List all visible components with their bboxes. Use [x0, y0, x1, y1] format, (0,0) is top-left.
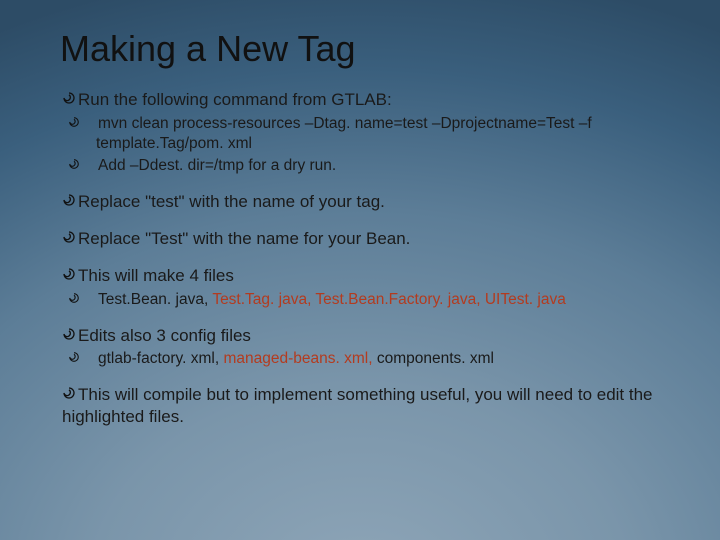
bullet-icon — [62, 190, 76, 213]
sub-list: gtlab-factory. xml, managed-beans. xml, … — [62, 348, 660, 369]
list-item: This will make 4 files Test.Bean. java, … — [62, 264, 660, 310]
bullet-text: components. xml — [373, 350, 494, 367]
bullet-icon — [62, 264, 76, 287]
bullet-icon — [82, 348, 96, 369]
bullet-list: Run the following command from GTLAB: mv… — [60, 88, 660, 428]
bullet-icon — [62, 88, 76, 111]
bullet-text: Add –Ddest. dir=/tmp for a dry run. — [98, 157, 336, 174]
list-item: Replace "Test" with the name for your Be… — [62, 227, 660, 250]
slide: Making a New Tag Run the following comma… — [0, 0, 720, 540]
list-item: Edits also 3 config files gtlab-factory.… — [62, 324, 660, 370]
highlighted-text: managed-beans. xml, — [223, 350, 372, 367]
highlighted-text: Test.Tag. java, Test.Bean.Factory. java,… — [212, 291, 566, 308]
list-item: Test.Bean. java, Test.Tag. java, Test.Be… — [82, 289, 660, 310]
bullet-text: mvn clean process-resources –Dtag. name=… — [96, 115, 592, 152]
bullet-text: Test.Bean. java, — [98, 291, 212, 308]
bullet-text: This will compile but to implement somet… — [62, 385, 653, 426]
list-item: Replace "test" with the name of your tag… — [62, 190, 660, 213]
sub-list: mvn clean process-resources –Dtag. name=… — [62, 113, 660, 176]
bullet-text: gtlab-factory. xml, — [98, 350, 223, 367]
bullet-text: Replace "test" with the name of your tag… — [78, 192, 385, 211]
list-item: gtlab-factory. xml, managed-beans. xml, … — [82, 348, 660, 369]
bullet-text: This will make 4 files — [78, 266, 234, 285]
bullet-text: Edits also 3 config files — [78, 326, 251, 345]
bullet-text: Run the following command from GTLAB: — [78, 90, 392, 109]
bullet-icon — [82, 155, 96, 176]
bullet-icon — [82, 113, 96, 134]
bullet-text: Replace "Test" with the name for your Be… — [78, 229, 410, 248]
list-item: This will compile but to implement somet… — [62, 383, 660, 428]
bullet-icon — [62, 324, 76, 347]
bullet-icon — [62, 383, 76, 406]
list-item: Add –Ddest. dir=/tmp for a dry run. — [82, 155, 660, 176]
list-item: mvn clean process-resources –Dtag. name=… — [82, 113, 660, 154]
bullet-icon — [82, 289, 96, 310]
slide-title: Making a New Tag — [60, 28, 660, 70]
list-item: Run the following command from GTLAB: mv… — [62, 88, 660, 176]
bullet-icon — [62, 227, 76, 250]
sub-list: Test.Bean. java, Test.Tag. java, Test.Be… — [62, 289, 660, 310]
